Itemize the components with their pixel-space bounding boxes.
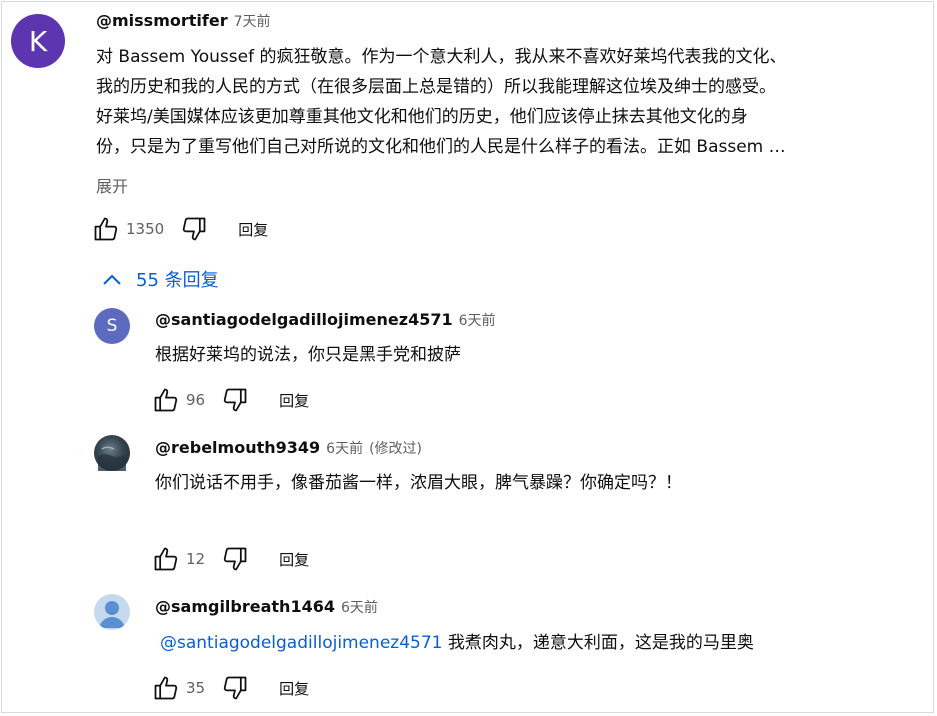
avatar[interactable] bbox=[94, 435, 130, 471]
replies-toggle[interactable]: 55 条回复 bbox=[102, 266, 219, 292]
reply-body: 根据好莱坞的说法，你只是黑手党和披萨 bbox=[155, 345, 461, 365]
like-icon[interactable] bbox=[150, 384, 182, 416]
reply-actions: 96 回复 bbox=[150, 384, 309, 416]
chevron-up-icon bbox=[102, 272, 122, 286]
reply-author[interactable]: @santiagodelgadillojimenez4571 bbox=[155, 310, 453, 329]
photo-avatar-icon bbox=[98, 446, 126, 471]
reply-time[interactable]: 6天前 bbox=[341, 600, 378, 616]
reply-body: @santiagodelgadillojimenez4571 我煮肉丸，递意大利… bbox=[160, 628, 754, 658]
reply-button[interactable]: 回复 bbox=[279, 678, 309, 699]
reply-actions: 12 回复 bbox=[150, 543, 309, 575]
edited-label: (修改过) bbox=[369, 441, 423, 457]
reply-header: @samgilbreath1464 6天前 bbox=[155, 597, 378, 617]
like-count: 96 bbox=[186, 391, 206, 409]
avatar[interactable]: S bbox=[94, 308, 130, 344]
reply-author[interactable]: @samgilbreath1464 bbox=[155, 597, 335, 616]
like-icon[interactable] bbox=[90, 213, 122, 245]
comment-line: 对 Bassem Youssef 的疯狂敬意。作为一个意大利人，我从来不喜欢好莱… bbox=[96, 47, 787, 67]
expand-link[interactable]: 展开 bbox=[96, 173, 128, 197]
reply-author[interactable]: @rebelmouth9349 bbox=[155, 438, 320, 457]
dislike-icon[interactable] bbox=[219, 543, 251, 575]
comment-line: 好莱坞/美国媒体应该更加尊重其他文化和他们的历史，他们应该停止抹去其他文化的身 bbox=[96, 107, 748, 127]
comment-header: @missmortifer 7天前 bbox=[96, 11, 271, 31]
reply-time[interactable]: 6天前 bbox=[326, 441, 363, 457]
avatar-letter: K bbox=[28, 24, 48, 58]
reply-time[interactable]: 6天前 bbox=[459, 313, 496, 329]
avatar[interactable] bbox=[94, 594, 130, 630]
like-icon[interactable] bbox=[150, 543, 182, 575]
default-avatar-icon bbox=[99, 601, 125, 628]
dislike-icon[interactable] bbox=[219, 672, 251, 704]
comment-line: 我的历史和我的人民的方式（在很多层面上总是错的）所以我能理解这位埃及绅士的感受。 bbox=[96, 77, 776, 97]
comment-actions: 1350 回复 bbox=[90, 213, 268, 245]
reply-button[interactable]: 回复 bbox=[279, 549, 309, 570]
comment-author[interactable]: @missmortifer bbox=[96, 11, 228, 30]
dislike-icon[interactable] bbox=[219, 384, 251, 416]
avatar[interactable]: K bbox=[11, 14, 65, 68]
dislike-icon[interactable] bbox=[178, 213, 210, 245]
reply-header: @santiagodelgadillojimenez4571 6天前 bbox=[155, 310, 496, 330]
mention-link[interactable]: @santiagodelgadillojimenez4571 bbox=[160, 633, 442, 653]
like-count: 12 bbox=[186, 550, 206, 568]
like-count: 1350 bbox=[126, 220, 165, 238]
replies-count-label: 55 条回复 bbox=[136, 270, 219, 291]
reply-body: 你们说话不用手，像番茄酱一样，浓眉大眼，脾气暴躁？你确定吗？！ bbox=[155, 473, 682, 493]
reply-text: 我煮肉丸，递意大利面，这是我的马里奥 bbox=[442, 633, 754, 653]
reply-button[interactable]: 回复 bbox=[279, 390, 309, 411]
avatar-letter: S bbox=[106, 316, 118, 336]
reply-actions: 35 回复 bbox=[150, 672, 309, 704]
comment-time[interactable]: 7天前 bbox=[234, 14, 271, 30]
reply-button[interactable]: 回复 bbox=[238, 219, 268, 240]
like-count: 35 bbox=[186, 679, 206, 697]
comment-line: 份，只是为了重写他们自己对所说的文化和他们的人民是什么样子的看法。正如 Bass… bbox=[96, 137, 786, 157]
like-icon[interactable] bbox=[150, 672, 182, 704]
comment-body: 对 Bassem Youssef 的疯狂敬意。作为一个意大利人，我从来不喜欢好莱… bbox=[96, 42, 926, 162]
reply-header: @rebelmouth9349 6天前 (修改过) bbox=[155, 438, 422, 458]
